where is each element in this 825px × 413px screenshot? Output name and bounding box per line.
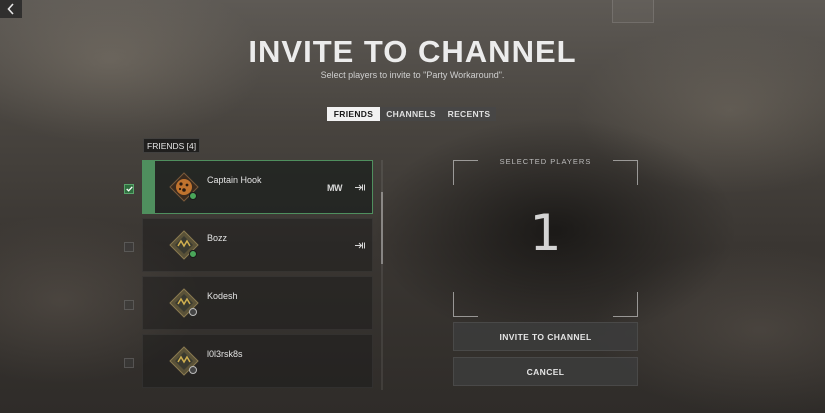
friend-row[interactable]: Captain Hook MW	[120, 160, 390, 214]
friend-card[interactable]: Captain Hook MW	[142, 160, 373, 214]
friends-count-label: FRIENDS [4]	[143, 138, 201, 153]
checkmark-icon	[125, 186, 133, 192]
frame-corner	[453, 292, 478, 317]
friend-name: Captain Hook	[207, 175, 262, 185]
chevron-left-icon	[7, 3, 14, 15]
top-overlay-element	[612, 0, 654, 23]
tab-friends[interactable]: FRIENDS	[327, 107, 380, 121]
friend-name: l0l3rsk8s	[207, 349, 243, 359]
game-logo: MW	[327, 183, 343, 193]
online-status-icon	[189, 192, 197, 200]
frame-corner	[613, 292, 638, 317]
selected-players-count: 1	[529, 204, 562, 262]
friend-name: Bozz	[207, 233, 228, 243]
tab-channels[interactable]: CHANNELS	[380, 107, 442, 121]
friend-card[interactable]: Bozz	[142, 218, 373, 272]
friend-checkbox[interactable]	[124, 300, 134, 310]
friend-checkbox[interactable]	[124, 242, 134, 252]
friend-name: Kodesh	[207, 291, 238, 301]
friend-row[interactable]: Kodesh	[120, 276, 390, 330]
join-party-icon[interactable]	[355, 184, 365, 191]
avatar	[169, 288, 199, 318]
avatar	[169, 230, 199, 260]
offline-status-icon	[189, 308, 197, 316]
friend-row[interactable]: Bozz	[120, 218, 390, 272]
friend-row[interactable]: l0l3rsk8s	[120, 334, 390, 388]
friend-checkbox[interactable]	[124, 184, 134, 194]
friends-list: Captain Hook MW Bozz Kodesh l0l3rsk8s	[120, 160, 390, 392]
join-party-icon[interactable]	[355, 242, 365, 249]
page-title: INVITE TO CHANNEL	[248, 34, 577, 69]
tab-recents[interactable]: RECENTS	[442, 107, 496, 121]
selected-players-label: SELECTED PLAYERS	[499, 157, 592, 166]
online-status-icon	[189, 250, 197, 258]
back-button[interactable]	[0, 0, 22, 18]
avatar	[169, 346, 199, 376]
page-subtitle: Select players to invite to "Party Worka…	[320, 70, 505, 80]
avatar	[169, 172, 199, 202]
friend-card[interactable]: Kodesh	[142, 276, 373, 330]
cancel-button[interactable]: CANCEL	[453, 357, 638, 386]
friend-checkbox[interactable]	[124, 358, 134, 368]
tab-bar: FRIENDS CHANNELS RECENTS	[327, 107, 496, 121]
offline-status-icon	[189, 366, 197, 374]
selected-players-panel: SELECTED PLAYERS 1	[453, 157, 638, 317]
friend-card[interactable]: l0l3rsk8s	[142, 334, 373, 388]
scrollbar-thumb[interactable]	[381, 192, 383, 264]
invite-to-channel-button[interactable]: INVITE TO CHANNEL	[453, 322, 638, 351]
selection-indicator	[143, 161, 155, 213]
